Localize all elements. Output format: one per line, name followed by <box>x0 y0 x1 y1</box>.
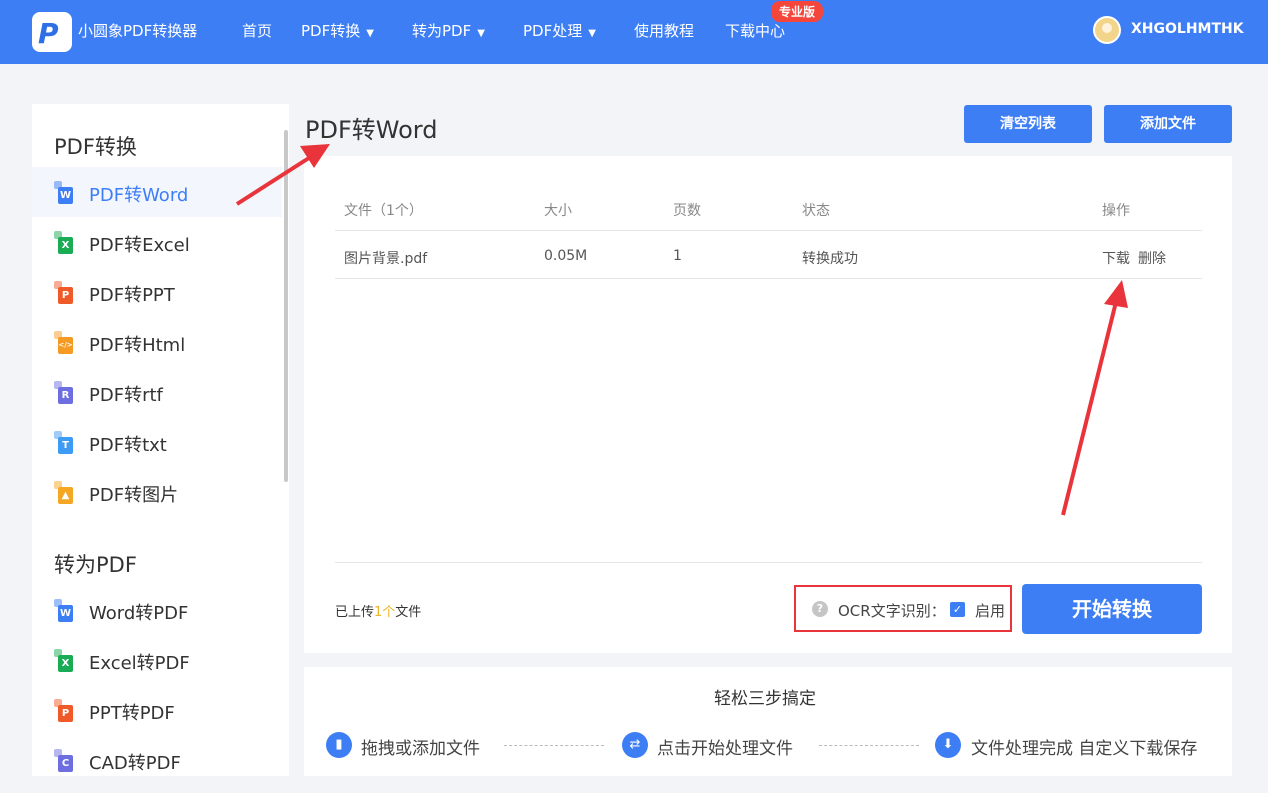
convert-icon: ⇄ <box>622 732 648 758</box>
user-avatar[interactable] <box>1093 16 1121 44</box>
sidebar-item-label: Excel转PDF <box>89 653 190 674</box>
step-connector <box>819 745 919 746</box>
column-header-file: 文件（1个） <box>344 203 423 219</box>
upload-suffix: 文件 <box>395 605 422 620</box>
nav-download-center[interactable]: 下载中心 <box>725 20 785 41</box>
pro-badge: 专业版 <box>771 1 824 22</box>
caret-down-icon: ▼ <box>588 28 596 39</box>
upload-prefix: 已上传 <box>335 605 375 620</box>
sidebar: PDF转换 W PDF转Word X PDF转Excel P PDF转PPT </> PDF转… <box>32 104 289 776</box>
brand-name[interactable]: 小圆象PDF转换器 <box>78 20 197 41</box>
nav-to-pdf[interactable]: 转为PDF ▼ <box>412 20 485 41</box>
nav-pdf-process[interactable]: PDF处理 ▼ <box>523 20 596 41</box>
username[interactable]: XHGOLHMTHK <box>1131 21 1244 37</box>
step-label: 文件处理完成 自定义下载保存 <box>971 739 1198 759</box>
word-doc-icon: W <box>54 181 76 205</box>
ppt-doc-icon: P <box>54 281 76 305</box>
sidebar-item-label: PDF转Excel <box>89 235 190 256</box>
nav-pdf-convert-label: PDF转换 <box>301 22 361 40</box>
sidebar-item[interactable]: W PDF转Word <box>32 167 282 217</box>
nav-home-label: 首页 <box>242 22 273 40</box>
upload-count: 1个 <box>374 605 396 620</box>
download-link[interactable]: 下载 <box>1102 248 1130 268</box>
excel-to-pdf-icon: X <box>54 649 76 673</box>
steps-title: 轻松三步搞定 <box>714 689 816 709</box>
sidebar-item[interactable]: C CAD转PDF <box>32 735 282 776</box>
excel-doc-icon: X <box>54 231 76 255</box>
file-icon: ▮ <box>326 732 352 758</box>
sidebar-item-label: PDF转txt <box>89 435 167 456</box>
sidebar-item-label: PDF转图片 <box>89 485 179 506</box>
column-header-actions: 操作 <box>1102 203 1130 219</box>
column-header-size: 大小 <box>544 203 572 219</box>
sidebar-item[interactable]: R PDF转rtf <box>32 367 282 417</box>
nav-tutorial-label: 使用教程 <box>634 22 695 40</box>
nav-pdf-convert[interactable]: PDF转换 ▼ <box>301 20 374 41</box>
image-doc-icon: ▲ <box>54 481 76 505</box>
sidebar-item[interactable]: T PDF转txt <box>32 417 282 467</box>
step-label: 点击开始处理文件 <box>657 739 793 759</box>
sidebar-item-label: CAD转PDF <box>89 753 181 774</box>
sidebar-item-label: PDF转Word <box>89 185 189 206</box>
table-divider <box>335 230 1202 231</box>
step-connector <box>504 745 604 746</box>
rtf-doc-icon: R <box>54 381 76 405</box>
caret-down-icon: ▼ <box>366 28 374 39</box>
sidebar-item-label: PPT转PDF <box>89 703 175 724</box>
nav-tutorial[interactable]: 使用教程 <box>634 20 694 41</box>
nav-download-center-label: 下载中心 <box>725 22 786 40</box>
help-icon[interactable]: ? <box>812 601 828 617</box>
word-to-pdf-icon: W <box>54 599 76 623</box>
sidebar-item-label: PDF转Html <box>89 335 186 356</box>
txt-doc-icon: T <box>54 431 76 455</box>
table-divider <box>335 278 1202 279</box>
top-nav-bar: P 小圆象PDF转换器 首页 PDF转换 ▼ 转为PDF ▼ PDF处理 ▼ 使用教程… <box>0 0 1268 64</box>
column-header-pages: 页数 <box>673 203 701 219</box>
ocr-label: OCR文字识别： <box>838 602 946 620</box>
file-name-cell: 图片背景.pdf <box>344 251 428 267</box>
caret-down-icon: ▼ <box>477 28 485 39</box>
upload-status: 已上传1个文件 <box>335 601 421 620</box>
sidebar-item[interactable]: P PPT转PDF <box>32 685 282 735</box>
sidebar-item-label: Word转PDF <box>89 603 189 624</box>
nav-to-pdf-label: 转为PDF <box>412 22 472 40</box>
sidebar-item[interactable]: </> PDF转Html <box>32 317 282 367</box>
start-convert-button[interactable]: 开始转换 <box>1022 584 1202 634</box>
sidebar-group-title: 转为PDF <box>54 553 137 577</box>
file-size-cell: 0.05M <box>544 248 588 264</box>
nav-home[interactable]: 首页 <box>242 20 272 41</box>
sidebar-item[interactable]: W Word转PDF <box>32 585 282 635</box>
add-file-button[interactable]: 添加文件 <box>1104 105 1232 143</box>
sidebar-item[interactable]: X PDF转Excel <box>32 217 282 267</box>
sidebar-group-title: PDF转换 <box>54 135 137 159</box>
html-doc-icon: </> <box>54 331 76 355</box>
ppt-to-pdf-icon: P <box>54 699 76 723</box>
sidebar-scrollbar[interactable] <box>284 130 288 482</box>
sidebar-item[interactable]: ▲ PDF转图片 <box>32 467 282 517</box>
page-title: PDF转Word <box>305 116 438 144</box>
column-header-status: 状态 <box>802 203 830 219</box>
sidebar-item[interactable]: X Excel转PDF <box>32 635 282 685</box>
sidebar-item-label: PDF转PPT <box>89 285 175 306</box>
download-icon: ⬇ <box>935 732 961 758</box>
app-logo-icon[interactable]: P <box>32 12 72 52</box>
step-label: 拖拽或添加文件 <box>361 739 480 759</box>
file-pages-cell: 1 <box>673 248 682 264</box>
ocr-enable-label[interactable]: 启用 <box>975 600 1005 621</box>
cad-to-pdf-icon: C <box>54 749 76 773</box>
sidebar-item-label: PDF转rtf <box>89 385 163 406</box>
sidebar-item[interactable]: P PDF转PPT <box>32 267 282 317</box>
delete-link[interactable]: 删除 <box>1138 248 1166 268</box>
nav-pdf-process-label: PDF处理 <box>523 22 583 40</box>
panel-divider <box>335 562 1202 563</box>
clear-list-button[interactable]: 清空列表 <box>964 105 1092 143</box>
ocr-enable-checkbox[interactable]: ✓ <box>950 602 965 617</box>
file-status-cell: 转换成功 <box>802 251 858 267</box>
